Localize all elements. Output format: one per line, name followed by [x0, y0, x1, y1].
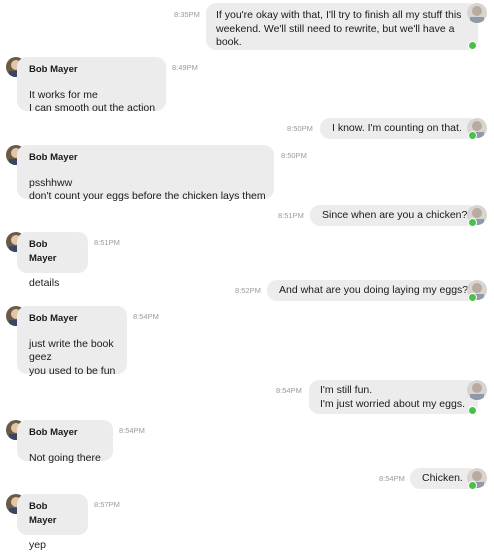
message-text: It works for me [29, 88, 98, 101]
message-timestamp: 8:54PM [119, 426, 145, 435]
sender-name: Bob Mayer [29, 239, 57, 264]
message-bubble[interactable]: Bob Mayer details [17, 232, 88, 289]
message-text: yep [29, 539, 46, 551]
message-text: I'm just worried about my eggs. [320, 397, 465, 410]
message-bubble[interactable]: Bob Mayer Not going there [17, 420, 113, 464]
online-status-icon [468, 406, 477, 415]
sender-name: Bob Mayer [29, 427, 78, 438]
online-status-icon [468, 218, 477, 227]
message-text: just write the book [29, 337, 114, 350]
message-text: Chicken. [422, 472, 463, 484]
message-timestamp: 8:54PM [379, 474, 405, 483]
message-text: psshhww [29, 176, 73, 189]
message-text: details [29, 277, 60, 289]
message-timestamp: 8:54PM [133, 312, 159, 321]
message-text: you used to be fun [29, 364, 116, 377]
sender-name: Bob Mayer [29, 152, 78, 163]
message-timestamp: 8:52PM [235, 286, 261, 295]
message-text: I can smooth out the action [29, 102, 156, 114]
message-timestamp: 8:54PM [276, 386, 302, 395]
sender-name: Bob Mayer [29, 501, 57, 526]
my-avatar[interactable] [467, 380, 487, 400]
message-bubble[interactable]: I'm still fun. I'm just worried about my… [309, 380, 478, 414]
message-text: book. [216, 36, 242, 48]
message-text: Not going there [29, 451, 101, 464]
message-timestamp: 8:35PM [174, 10, 200, 19]
message-bubble[interactable]: And what are you doing laying my eggs? [267, 280, 478, 301]
message-timestamp: 8:50PM [281, 151, 307, 160]
message-text: And what are you doing laying my eggs? [279, 284, 469, 296]
message-text: Since when are you a chicken? [322, 209, 468, 221]
online-status-icon [468, 293, 477, 302]
message-bubble[interactable]: Bob Mayer psshhww don't count your eggs … [17, 145, 274, 202]
message-timestamp: 8:51PM [94, 238, 120, 247]
message-text: If you're okay with that, I'll try to fi… [216, 9, 462, 21]
message-timestamp: 8:51PM [278, 211, 304, 220]
message-bubble[interactable]: I know. I'm counting on that. [320, 118, 478, 139]
message-timestamp: 8:57PM [94, 500, 120, 509]
message-timestamp: 8:50PM [287, 124, 313, 133]
sender-name: Bob Mayer [29, 313, 78, 324]
my-avatar[interactable] [467, 3, 487, 23]
message-text: I know. I'm counting on that. [332, 122, 462, 134]
message-text: weekend. We'll still need to rewrite, bu… [216, 22, 455, 35]
sender-name: Bob Mayer [29, 64, 78, 75]
online-status-icon [468, 481, 477, 490]
message-bubble[interactable]: Since when are you a chicken? [310, 205, 478, 226]
message-timestamp: 8:49PM [172, 63, 198, 72]
message-bubble[interactable]: Bob Mayer yep [17, 494, 88, 551]
message-text: geez [29, 351, 52, 363]
message-bubble[interactable]: Bob Mayer just write the book geez you u… [17, 306, 127, 377]
message-bubble[interactable]: Bob Mayer It works for me I can smooth o… [17, 57, 166, 114]
message-text: don't count your eggs before the chicken… [29, 190, 266, 202]
online-status-icon [468, 41, 477, 50]
message-bubble[interactable]: If you're okay with that, I'll try to fi… [206, 3, 478, 50]
message-text: I'm still fun. [320, 384, 373, 396]
online-status-icon [468, 131, 477, 140]
